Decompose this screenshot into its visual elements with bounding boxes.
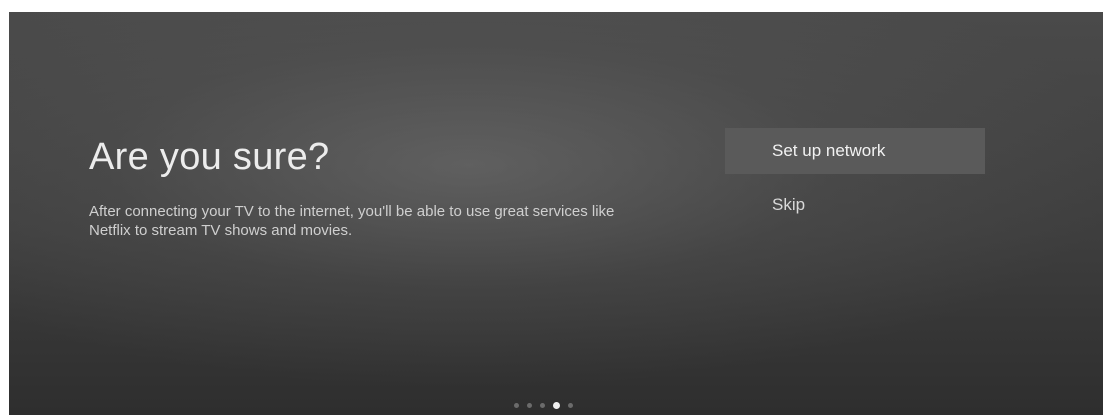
set-up-network-button[interactable]: Set up network	[725, 128, 985, 174]
page-indicator	[514, 402, 573, 409]
page-dot	[568, 403, 573, 408]
page-dot	[514, 403, 519, 408]
tv-setup-screen: Are you sure? After connecting your TV t…	[9, 12, 1103, 415]
skip-button[interactable]: Skip	[725, 190, 985, 220]
page-dot	[527, 403, 532, 408]
option-list: Set up network Skip	[725, 128, 985, 220]
page-title: Are you sure?	[89, 136, 330, 178]
dialog-description: After connecting your TV to the internet…	[89, 203, 615, 239]
page-dot	[540, 403, 545, 408]
dialog-text-panel: Are you sure? After connecting your TV t…	[89, 134, 649, 240]
page-dot-active	[553, 402, 560, 409]
